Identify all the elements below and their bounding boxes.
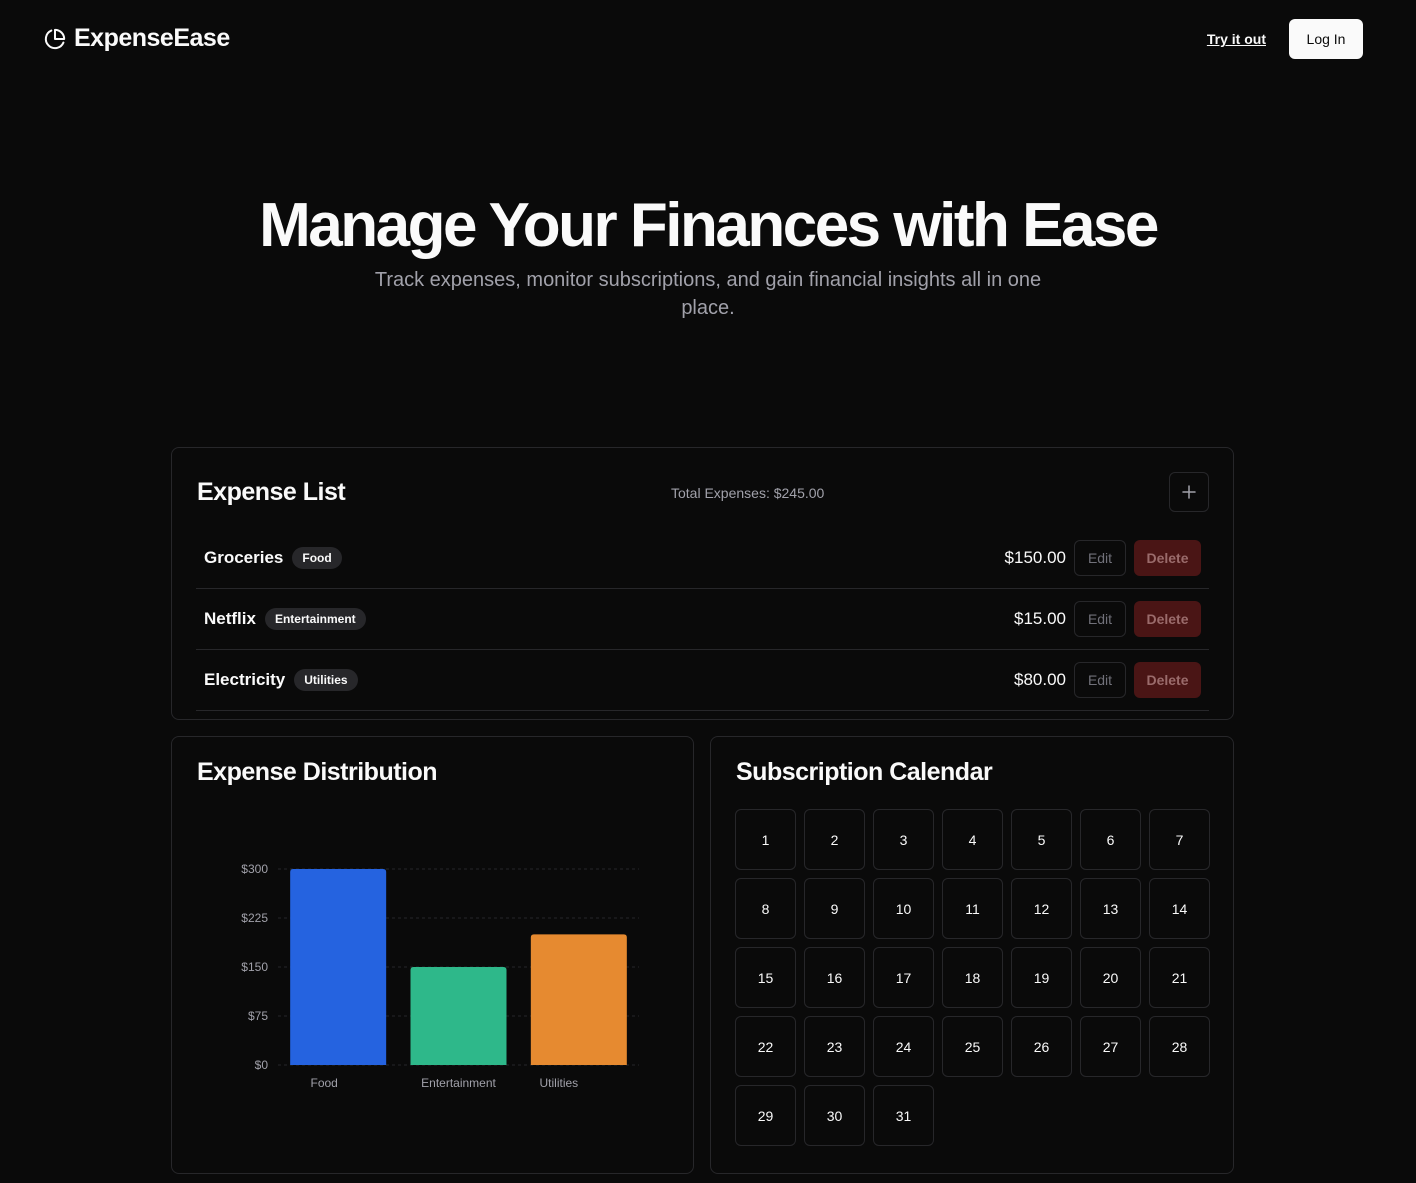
plus-icon <box>1182 485 1196 499</box>
delete-button[interactable]: Delete <box>1134 540 1201 576</box>
brand-name: ExpenseEase <box>74 24 230 52</box>
calendar-day[interactable]: 8 <box>735 878 796 939</box>
calendar-day[interactable]: 24 <box>873 1016 934 1077</box>
expense-list-card: Expense List Total Expenses: $245.00 Gro… <box>171 447 1234 720</box>
expense-row: Groceries Food $150.00 Edit Delete <box>196 528 1209 589</box>
row-actions: $15.00 Edit Delete <box>1014 589 1201 649</box>
hero-title: Manage Your Finances with Ease <box>259 191 1159 260</box>
y-tick-label: $75 <box>248 1009 268 1023</box>
expense-row: Netflix Entertainment $15.00 Edit Delete <box>196 589 1209 650</box>
calendar-title: Subscription Calendar <box>736 758 993 786</box>
calendar-day[interactable]: 31 <box>873 1085 934 1146</box>
y-tick-label: $300 <box>241 862 268 876</box>
calendar-day[interactable]: 12 <box>1011 878 1072 939</box>
calendar-day[interactable]: 16 <box>804 947 865 1008</box>
calendar-day[interactable]: 25 <box>942 1016 1003 1077</box>
calendar-day[interactable]: 22 <box>735 1016 796 1077</box>
expense-amount: $150.00 <box>1004 548 1066 567</box>
x-tick-label: Entertainment <box>421 1076 496 1090</box>
total-expenses: Total Expenses: $245.00 <box>671 485 825 501</box>
subscription-calendar-card: Subscription Calendar 1 2 3 4 5 6 7 8 9 10 11 12 13 1… <box>710 736 1234 1174</box>
hero: Manage Your Finances with Ease Track exp… <box>0 190 1416 322</box>
calendar-day[interactable]: 13 <box>1080 878 1141 939</box>
x-tick-label: Utilities <box>539 1076 578 1090</box>
row-actions: $150.00 Edit Delete <box>1005 528 1201 588</box>
edit-button[interactable]: Edit <box>1074 540 1126 576</box>
calendar-day[interactable]: 18 <box>942 947 1003 1008</box>
category-badge: Utilities <box>294 669 358 691</box>
delete-button[interactable]: Delete <box>1134 601 1201 637</box>
try-it-out-link[interactable]: Try it out <box>1207 31 1266 47</box>
calendar-day[interactable]: 9 <box>804 878 865 939</box>
calendar-grid: 1 2 3 4 5 6 7 8 9 10 11 12 13 14 15 16 17 18 19 20 21 22 23 24 2… <box>735 809 1210 1146</box>
bar-food[interactable] <box>290 869 387 1065</box>
delete-button[interactable]: Delete <box>1134 662 1201 698</box>
nav-actions: Try it out Log In <box>1207 19 1363 59</box>
calendar-day[interactable]: 2 <box>804 809 865 870</box>
y-tick-label: $150 <box>241 960 268 974</box>
calendar-day[interactable]: 17 <box>873 947 934 1008</box>
hero-subtitle: Track expenses, monitor subscriptions, a… <box>374 269 1042 319</box>
expense-list-title: Expense List <box>197 478 346 506</box>
expense-name: Netflix <box>204 609 256 628</box>
calendar-day[interactable]: 14 <box>1149 878 1210 939</box>
calendar-day[interactable]: 20 <box>1080 947 1141 1008</box>
top-nav: ExpenseEase Try it out Log In <box>0 0 1416 78</box>
edit-button[interactable]: Edit <box>1074 662 1126 698</box>
calendar-day[interactable]: 4 <box>942 809 1003 870</box>
x-tick-label: Food <box>310 1076 337 1090</box>
calendar-day[interactable]: 19 <box>1011 947 1072 1008</box>
expense-amount: $80.00 <box>1014 670 1066 689</box>
edit-button[interactable]: Edit <box>1074 601 1126 637</box>
calendar-day[interactable]: 7 <box>1149 809 1210 870</box>
expense-name: Electricity <box>204 670 286 689</box>
expense-rows: Groceries Food $150.00 Edit Delete Netfl… <box>196 528 1209 711</box>
row-actions: $80.00 Edit Delete <box>1014 650 1201 710</box>
expense-row: Electricity Utilities $80.00 Edit Delete <box>196 650 1209 711</box>
expense-distribution-card: Expense Distribution $0 $75 $150 $225 $300 Fo… <box>171 736 694 1174</box>
category-badge: Entertainment <box>264 608 366 630</box>
add-expense-button[interactable] <box>1169 472 1209 512</box>
calendar-day[interactable]: 3 <box>873 809 934 870</box>
y-tick-label: $0 <box>255 1058 269 1072</box>
calendar-day[interactable]: 21 <box>1149 947 1210 1008</box>
calendar-day[interactable]: 26 <box>1011 1016 1072 1077</box>
expense-bar-chart: $0 $75 $150 $225 $300 Food Entertainment Utilit… <box>241 862 639 1090</box>
brand[interactable]: ExpenseEase <box>44 24 230 53</box>
calendar-day[interactable]: 1 <box>735 809 796 870</box>
calendar-day[interactable]: 5 <box>1011 809 1072 870</box>
calendar-day[interactable]: 28 <box>1149 1016 1210 1077</box>
category-badge: Food <box>292 547 342 569</box>
expense-name: Groceries <box>204 548 284 567</box>
calendar-day[interactable]: 10 <box>873 878 934 939</box>
calendar-day[interactable]: 30 <box>804 1085 865 1146</box>
y-tick-label: $225 <box>241 911 268 925</box>
calendar-day[interactable]: 6 <box>1080 809 1141 870</box>
calendar-day[interactable]: 27 <box>1080 1016 1141 1077</box>
expense-amount: $15.00 <box>1014 609 1066 628</box>
calendar-day[interactable]: 15 <box>735 947 796 1008</box>
bar-entertainment[interactable] <box>410 967 507 1065</box>
bar-utilities[interactable] <box>530 934 627 1065</box>
calendar-day[interactable]: 23 <box>804 1016 865 1077</box>
calendar-day[interactable]: 11 <box>942 878 1003 939</box>
pie-chart-icon <box>44 28 66 49</box>
calendar-day[interactable]: 29 <box>735 1085 796 1146</box>
login-button[interactable]: Log In <box>1289 19 1363 59</box>
